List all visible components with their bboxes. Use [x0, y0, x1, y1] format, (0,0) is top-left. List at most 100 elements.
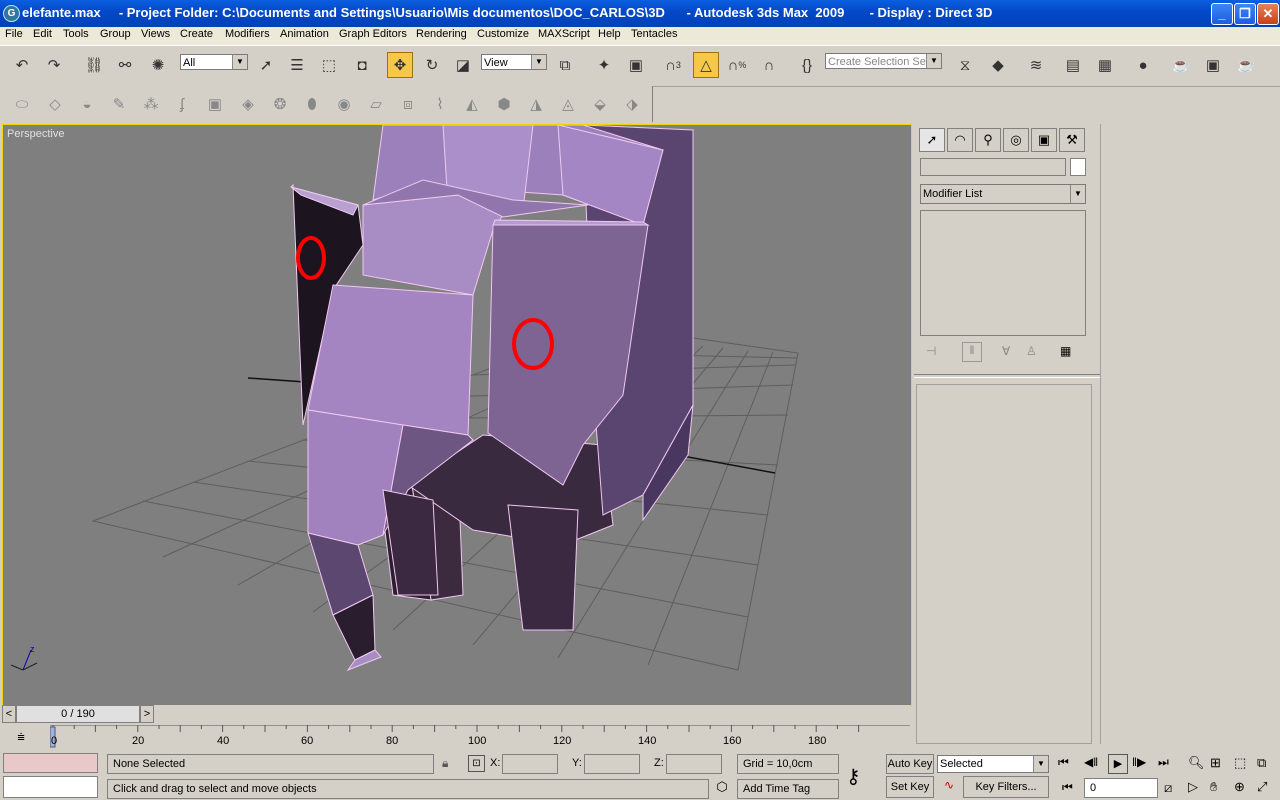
- time-configuration-icon[interactable]: ⧄: [1164, 780, 1172, 796]
- modifier-stack[interactable]: [920, 210, 1086, 336]
- zoom-extents-icon[interactable]: ⬚: [1234, 755, 1246, 771]
- unlink-icon[interactable]: ⚯: [113, 53, 137, 77]
- maxscript-listener-mini[interactable]: [3, 753, 98, 773]
- hierarchy-tab-icon[interactable]: ⚲: [975, 128, 1001, 152]
- mirror-icon[interactable]: ⧖: [953, 53, 977, 77]
- menu-tentacles[interactable]: Tentacles: [631, 28, 677, 40]
- pan-view-icon[interactable]: ✋︎: [1210, 779, 1217, 795]
- display-tab-icon[interactable]: ▣: [1031, 128, 1057, 152]
- show-end-result-icon[interactable]: ‖: [962, 342, 982, 362]
- next-frame-arrow-icon[interactable]: >: [140, 705, 154, 723]
- select-by-name-icon[interactable]: ☰: [285, 53, 309, 77]
- noise-modifier-icon[interactable]: ◒: [75, 92, 99, 116]
- select-object-icon[interactable]: ➚: [254, 53, 278, 77]
- x-coordinate-field[interactable]: [502, 754, 558, 774]
- current-frame-field[interactable]: 0: [1084, 778, 1158, 798]
- edit-named-selection-icon[interactable]: {}: [795, 53, 819, 77]
- field-of-view-icon[interactable]: ▷: [1188, 779, 1198, 795]
- keyboard-shortcut-override-icon[interactable]: ▣: [624, 53, 648, 77]
- motion-tab-icon[interactable]: ◎: [1003, 128, 1029, 152]
- select-and-link-icon[interactable]: ⛓: [82, 53, 106, 77]
- edit-poly-icon[interactable]: ⬢: [492, 92, 516, 116]
- modifier-list-dropdown[interactable]: Modifier List ▼: [920, 184, 1086, 204]
- viewport-scene[interactable]: z: [3, 125, 911, 705]
- select-and-scale-icon[interactable]: ◪: [451, 53, 475, 77]
- minimize-icon[interactable]: _: [1211, 3, 1233, 25]
- bind-space-warp-icon[interactable]: ✺: [146, 53, 170, 77]
- uvw-map-icon[interactable]: ◉: [332, 92, 356, 116]
- default-in-out-tangent-icon[interactable]: ∿: [938, 778, 960, 796]
- maximize-viewport-icon[interactable]: ⤢: [1257, 779, 1267, 795]
- menu-create[interactable]: Create: [180, 28, 213, 40]
- bend-modifier-icon[interactable]: ⬭: [10, 92, 34, 116]
- play-animation-icon[interactable]: ▶: [1108, 754, 1128, 774]
- auto-key-button[interactable]: Auto Key: [886, 754, 934, 774]
- slice-modifier-icon[interactable]: ◬: [556, 92, 580, 116]
- render-setup-icon[interactable]: ☕: [1169, 53, 1193, 77]
- track-bar[interactable]: ⩧ 0 20 40 60 80 100 120 140 160 180: [0, 725, 910, 751]
- key-mode-toggle-icon[interactable]: ⚷: [846, 764, 861, 789]
- maxscript-input[interactable]: [3, 776, 98, 798]
- object-name-field[interactable]: [920, 158, 1066, 176]
- schematic-view-icon[interactable]: ▦: [1093, 53, 1117, 77]
- add-time-tag-icon[interactable]: ⬡: [712, 779, 732, 799]
- meshsmooth-icon[interactable]: ❂: [268, 92, 292, 116]
- z-coordinate-field[interactable]: [666, 754, 722, 774]
- 3ds-max-icon[interactable]: G: [3, 5, 20, 22]
- pin-stack-icon[interactable]: ⊣: [926, 344, 936, 358]
- key-mode-dropdown[interactable]: Selected ▼: [937, 755, 1049, 773]
- twist-modifier-icon[interactable]: ✎: [107, 92, 131, 116]
- absolute-mode-transform-icon[interactable]: ⊡: [468, 755, 485, 772]
- material-id-icon[interactable]: ⁂: [139, 92, 163, 116]
- selection-filter-dropdown[interactable]: All ▼: [180, 54, 248, 70]
- restore-icon[interactable]: ❐: [1234, 3, 1256, 25]
- previous-frame-icon[interactable]: ◀‖: [1084, 755, 1098, 769]
- snaps-toggle-icon[interactable]: ∩ 3: [661, 53, 685, 77]
- angle-snap-icon[interactable]: △: [693, 52, 719, 78]
- ffd-modifier-icon[interactable]: ◈: [236, 92, 260, 116]
- spinner-snap-icon[interactable]: ∩: [757, 53, 781, 77]
- add-time-tag-button[interactable]: Add Time Tag: [737, 779, 839, 799]
- melt-modifier-icon[interactable]: ⌇: [428, 92, 452, 116]
- prev-frame-arrow-icon[interactable]: <: [2, 705, 16, 723]
- set-key-button[interactable]: Set Key: [886, 776, 934, 798]
- menu-edit[interactable]: Edit: [33, 28, 52, 40]
- named-selection-sets-dropdown[interactable]: Create Selection Set ▼: [825, 53, 942, 69]
- key-mode-icon[interactable]: ⏮: [1062, 780, 1073, 795]
- configure-modifier-sets-icon[interactable]: ▦: [1060, 344, 1071, 358]
- mesh-select-icon[interactable]: ⬙: [588, 92, 612, 116]
- utilities-tab-icon[interactable]: ⚒: [1059, 128, 1085, 152]
- skew-modifier-icon[interactable]: ▱: [364, 92, 388, 116]
- menu-help[interactable]: Help: [598, 28, 621, 40]
- selection-lock-icon[interactable]: 🔒︎: [442, 756, 448, 771]
- close-icon[interactable]: ✕: [1257, 3, 1279, 25]
- percent-snap-icon[interactable]: ∩%: [725, 53, 749, 77]
- pivot-center-icon[interactable]: ⧉: [553, 53, 577, 77]
- key-filters-button[interactable]: Key Filters...: [963, 776, 1049, 798]
- menu-tools[interactable]: Tools: [63, 28, 89, 40]
- elephant-mesh[interactable]: [290, 125, 694, 672]
- go-to-end-icon[interactable]: ⏭: [1158, 755, 1169, 770]
- zoom-extents-all-icon[interactable]: ⧉: [1257, 755, 1266, 771]
- menu-animation[interactable]: Animation: [280, 28, 329, 40]
- box-modifier-icon[interactable]: ▣: [203, 92, 227, 116]
- select-and-rotate-icon[interactable]: ↻: [420, 53, 444, 77]
- menu-customize[interactable]: Customize: [477, 28, 529, 40]
- make-unique-icon[interactable]: ∀: [1002, 344, 1010, 358]
- zoom-all-icon[interactable]: ⊞: [1210, 755, 1221, 771]
- next-frame-icon[interactable]: ‖▶: [1132, 755, 1146, 769]
- go-to-start-icon[interactable]: ⏮: [1058, 755, 1069, 770]
- menu-file[interactable]: File: [5, 28, 23, 40]
- create-tab-icon[interactable]: ➚: [919, 128, 945, 152]
- undo-icon[interactable]: ↶: [10, 53, 34, 77]
- align-icon[interactable]: ◆: [986, 53, 1010, 77]
- cap-holes-icon[interactable]: ⬗: [620, 92, 644, 116]
- arc-rotate-icon[interactable]: ⊕: [1234, 779, 1245, 795]
- select-and-move-icon[interactable]: ✥: [387, 52, 413, 78]
- object-color-swatch[interactable]: [1070, 158, 1086, 176]
- menu-views[interactable]: Views: [141, 28, 170, 40]
- perspective-viewport[interactable]: Perspective z: [2, 124, 912, 706]
- material-editor-icon[interactable]: ●: [1131, 53, 1155, 77]
- stretch-modifier-icon[interactable]: ⧈: [396, 92, 420, 116]
- menu-rendering[interactable]: Rendering: [416, 28, 467, 40]
